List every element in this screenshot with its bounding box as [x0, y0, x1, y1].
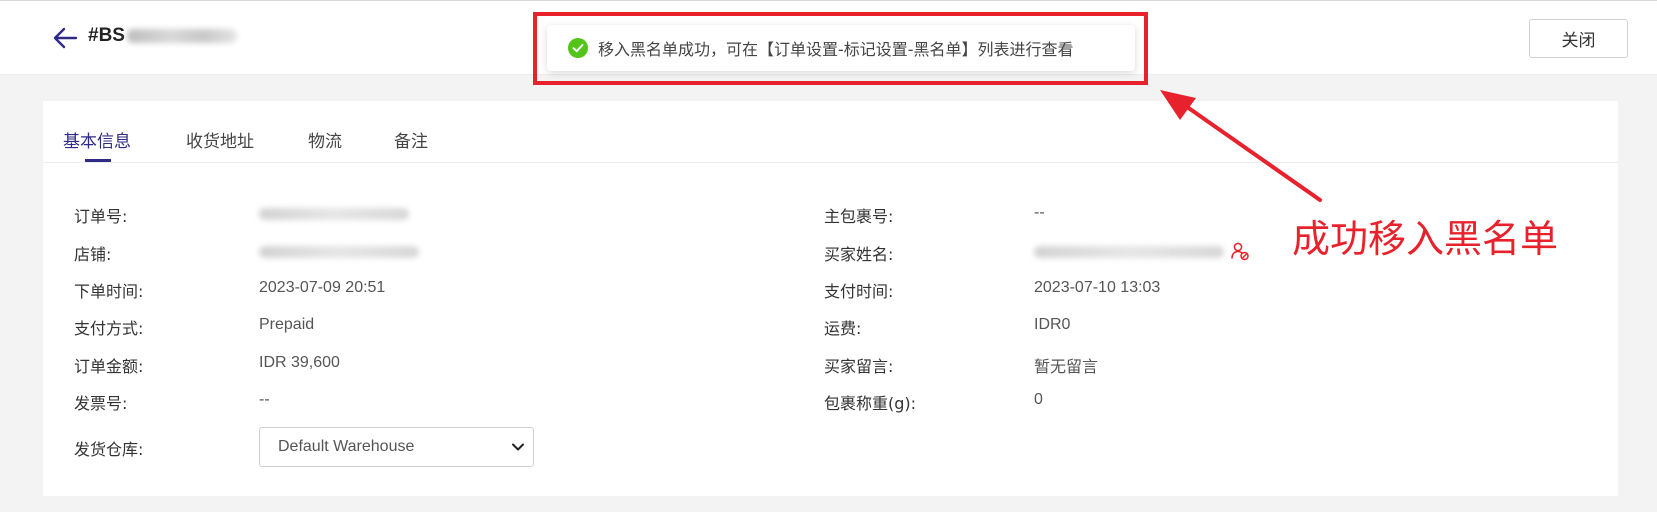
tab-notes[interactable]: 备注 — [394, 127, 428, 152]
chevron-down-icon — [512, 443, 524, 451]
tab-basic-info[interactable]: 基本信息 — [63, 127, 131, 152]
tab-shipping-address[interactable]: 收货地址 — [186, 127, 254, 152]
shop-value — [259, 243, 419, 261]
shipping-fee-label: 运费: — [824, 319, 862, 338]
main-package-value: -- — [1034, 204, 1045, 221]
main-package-label: 主包裹号: — [824, 207, 894, 226]
order-number-blurred — [126, 28, 237, 43]
check-circle-icon — [568, 38, 588, 58]
pay-method-label: 支付方式: — [74, 319, 144, 338]
active-tab-indicator — [85, 159, 111, 162]
annotation-text: 成功移入黑名单 — [1292, 217, 1559, 261]
invoice-no-value: -- — [259, 391, 270, 408]
order-detail-card: 基本信息 收货地址 物流 备注 订单号: 店铺: 下单时间: 2023-07-0… — [43, 101, 1618, 496]
package-weight-value: 0 — [1034, 391, 1043, 408]
order-amount-label: 订单金额: — [74, 357, 144, 376]
tab-logistics[interactable]: 物流 — [308, 127, 342, 152]
tab-bar: 基本信息 收货地址 物流 备注 — [43, 101, 1618, 163]
order-title: #BS — [88, 25, 237, 47]
close-button[interactable]: 关闭 — [1529, 19, 1628, 58]
order-time-value: 2023-07-09 20:51 — [259, 279, 386, 296]
warehouse-label: 发货仓库: — [74, 440, 144, 459]
warehouse-selected-value: Default Warehouse — [278, 438, 415, 455]
order-number-prefix: #BS — [88, 25, 125, 46]
buyer-message-value: 暂无留言 — [1034, 357, 1099, 376]
buyer-name-value — [1034, 243, 1224, 261]
order-no-label: 订单号: — [74, 207, 128, 226]
pay-method-value: Prepaid — [259, 316, 315, 333]
invoice-no-label: 发票号: — [74, 394, 128, 413]
toast-message: 移入黑名单成功，可在【订单设置-标记设置-黑名单】列表进行查看 — [598, 40, 1074, 59]
buyer-name-label: 买家姓名: — [824, 245, 894, 264]
shop-label: 店铺: — [74, 245, 112, 264]
package-weight-label: 包裹称重(g): — [824, 394, 917, 413]
user-block-icon[interactable] — [1230, 241, 1250, 261]
shipping-fee-value: IDR0 — [1034, 316, 1071, 333]
buyer-message-label: 买家留言: — [824, 357, 894, 376]
warehouse-select[interactable]: Default Warehouse — [259, 427, 534, 467]
pay-time-label: 支付时间: — [824, 282, 894, 301]
pay-time-value: 2023-07-10 13:03 — [1034, 279, 1161, 296]
order-time-label: 下单时间: — [74, 282, 144, 301]
order-amount-value: IDR 39,600 — [259, 354, 340, 371]
annotation-arrow-icon — [1160, 90, 1322, 202]
order-no-value — [259, 205, 409, 223]
arrow-left-icon[interactable] — [52, 26, 78, 50]
success-toast: 移入黑名单成功，可在【订单设置-标记设置-黑名单】列表进行查看 — [547, 25, 1135, 71]
